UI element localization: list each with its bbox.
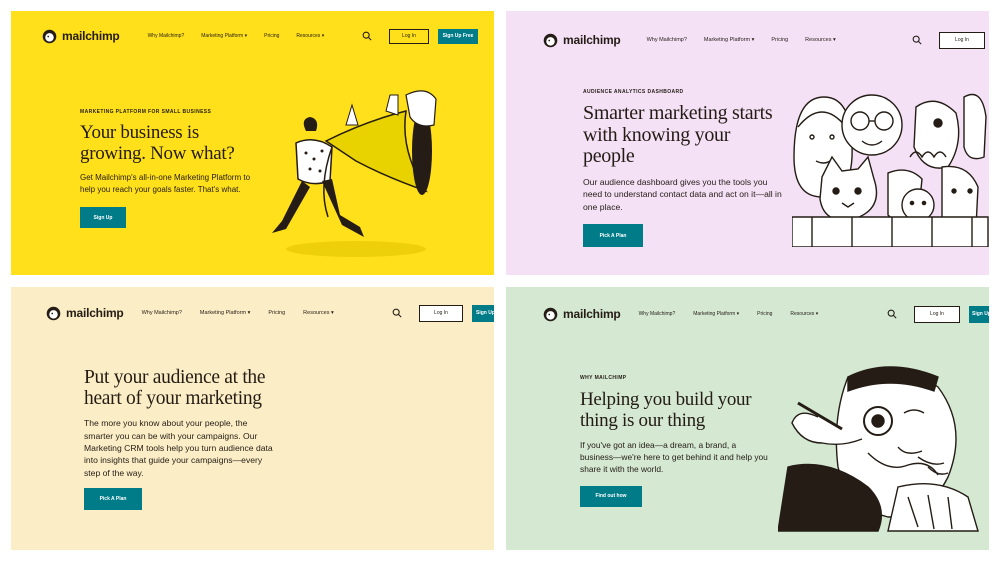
page-title: Smarter marketing starts with knowing yo… [583,102,773,168]
top-nav: mailchimp Why Mailchimp? Marketing Platf… [11,25,494,47]
nav-pricing[interactable]: Pricing [771,37,788,43]
logo-wordmark: mailchimp [563,307,621,321]
mailchimp-logo[interactable]: mailchimp [45,305,124,322]
man-with-monocle-illustration [778,366,979,532]
eyebrow: WHY MAILCHIMP [580,375,627,381]
nav-why-mailchimp[interactable]: Why Mailchimp? [647,37,687,43]
signup-button[interactable]: Sign Up [969,305,989,323]
nav-resources[interactable]: Resources ▾ [296,33,324,39]
page-title: Your business is growing. Now what? [80,122,235,164]
freddie-logo-icon [42,29,57,43]
freddie-logo-icon [46,306,61,320]
pick-a-plan-button[interactable]: Pick A Plan [583,224,643,248]
page-title: Helping you build your thing is our thin… [580,389,752,431]
mailchimp-logo[interactable]: mailchimp [41,28,120,45]
login-button[interactable]: Log In [939,31,985,49]
search-icon[interactable] [362,31,372,41]
pick-a-plan-button[interactable]: Pick A Plan [84,488,142,511]
crowd-faces-illustration [792,93,989,247]
nav-marketing-platform[interactable]: Marketing Platform ▾ [693,311,739,317]
nav-pricing[interactable]: Pricing [268,310,285,316]
panel-green-hero: mailchimp Why Mailchimp? Marketing Platf… [506,287,989,550]
freddie-logo-icon [543,33,558,47]
logo-wordmark: mailchimp [563,33,621,47]
top-nav: mailchimp Why Mailchimp? Marketing Platf… [11,302,494,324]
search-icon[interactable] [912,35,922,45]
nav-resources[interactable]: Resources ▾ [790,311,818,317]
logo-wordmark: mailchimp [62,29,120,43]
nav-why-mailchimp[interactable]: Why Mailchimp? [142,310,182,316]
sign-up-button[interactable]: Sign Up [80,207,126,229]
nav-why-mailchimp[interactable]: Why Mailchimp? [639,311,676,317]
login-button[interactable]: Log In [914,305,960,323]
nav-marketing-platform[interactable]: Marketing Platform ▾ [704,37,754,43]
login-button[interactable]: Log In [389,28,429,44]
hero-description: Get Mailchimp's all-in-one Marketing Pla… [80,173,251,194]
find-out-how-button[interactable]: Find out how [580,485,642,507]
hero-description: The more you know about your people, the… [84,418,273,478]
trumpet-player-illustration [272,90,437,257]
hero-description: If you've got an idea—a dream, a brand, … [580,440,768,475]
nav-resources[interactable]: Resources ▾ [303,310,334,316]
eyebrow: AUDIENCE ANALYTICS DASHBOARD [583,89,684,95]
nav-marketing-platform[interactable]: Marketing Platform ▾ [200,310,250,316]
nav-marketing-platform[interactable]: Marketing Platform ▾ [201,33,247,39]
freddie-logo-icon [543,307,558,321]
mailchimp-logo[interactable]: mailchimp [542,306,621,323]
signup-button[interactable]: Sign Up [472,304,494,322]
top-nav: mailchimp Why Mailchimp? Marketing Platf… [506,29,989,51]
panel-yellow-hero: mailchimp Why Mailchimp? Marketing Platf… [11,11,494,275]
page-title: Put your audience at the heart of your m… [84,367,266,410]
nav-why-mailchimp[interactable]: Why Mailchimp? [148,33,185,39]
panel-pink-hero: mailchimp Why Mailchimp? Marketing Platf… [506,11,989,275]
nav-resources[interactable]: Resources ▾ [805,37,836,43]
nav-pricing[interactable]: Pricing [757,311,772,317]
top-nav: mailchimp Why Mailchimp? Marketing Platf… [506,303,989,325]
login-button[interactable]: Log In [419,304,463,322]
eyebrow: MARKETING PLATFORM FOR SMALL BUSINESS [80,109,212,115]
search-icon[interactable] [392,308,402,318]
nav-pricing[interactable]: Pricing [264,33,279,39]
mailchimp-logo[interactable]: mailchimp [542,32,621,49]
search-icon[interactable] [887,309,897,319]
signup-free-button[interactable]: Sign Up Free [438,28,478,44]
hero-description: Our audience dashboard gives you the too… [583,176,782,212]
logo-wordmark: mailchimp [66,306,124,320]
panel-cream-hero: mailchimp Why Mailchimp? Marketing Platf… [11,287,494,550]
